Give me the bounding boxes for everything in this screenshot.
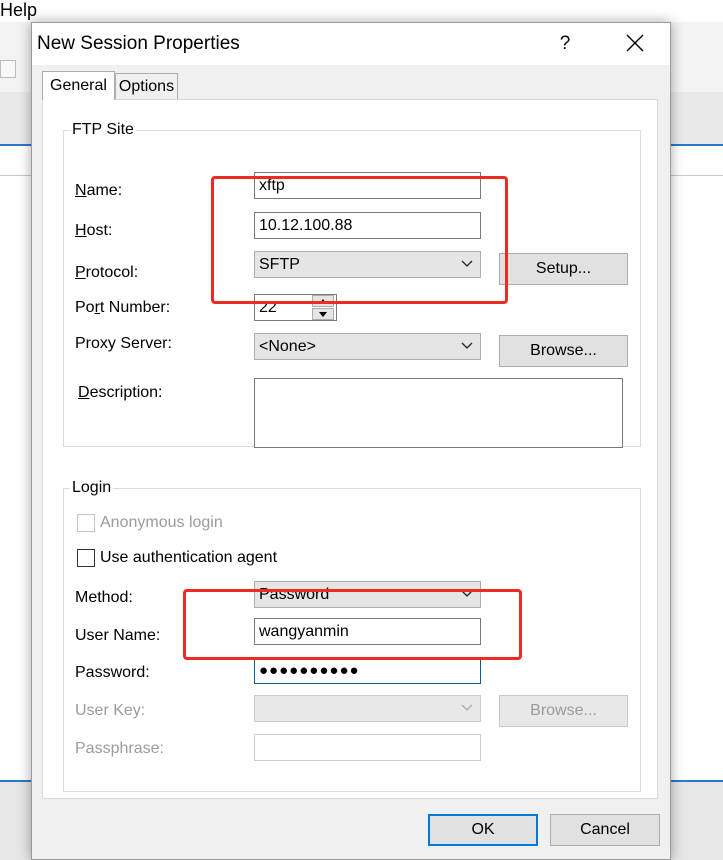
port-increment-button[interactable]: [312, 295, 334, 307]
chevron-down-icon: [461, 342, 473, 349]
protocol-value: SFTP: [259, 255, 300, 273]
chevron-down-icon: [461, 260, 473, 267]
cancel-button[interactable]: Cancel: [550, 814, 660, 846]
close-icon: [626, 34, 644, 52]
use-auth-agent-checkbox[interactable]: [77, 549, 95, 567]
user-key-browse-button[interactable]: Browse...: [499, 695, 628, 727]
help-button[interactable]: ?: [542, 27, 588, 61]
general-tab-panel: FTP Site Name: xftp Host: 10.12.100.88 P…: [42, 99, 658, 799]
password-field[interactable]: ●●●●●●●●●●: [254, 657, 481, 684]
port-label-prefix: Po: [75, 299, 95, 316]
user-name-label: User Name:: [75, 627, 161, 644]
background-menubar: Help: [0, 0, 723, 22]
close-button[interactable]: [613, 27, 659, 61]
chevron-down-icon: [461, 590, 473, 597]
port-number-label: Port Number:: [75, 299, 171, 316]
user-key-label: User Key:: [75, 702, 146, 719]
tab-options[interactable]: Options: [115, 73, 178, 99]
name-label: Name:: [75, 182, 123, 199]
password-label: Password:: [75, 664, 150, 681]
proxy-server-label: Proxy Server:: [75, 335, 172, 352]
port-decrement-button[interactable]: [312, 308, 334, 320]
description-field[interactable]: [254, 378, 623, 448]
dialog-title: New Session Properties: [37, 33, 240, 54]
passphrase-field[interactable]: [254, 734, 481, 761]
ok-button[interactable]: OK: [428, 814, 538, 846]
dialog-titlebar[interactable]: New Session Properties ?: [32, 23, 670, 65]
passphrase-label: Passphrase:: [75, 740, 164, 757]
description-label: Description:: [78, 384, 163, 401]
use-auth-agent-label: Use authentication agent: [100, 549, 278, 566]
menu-help[interactable]: Help: [0, 0, 37, 21]
question-mark-icon: ?: [559, 33, 571, 54]
method-value: Password: [259, 585, 330, 603]
proxy-server-value: <None>: [259, 337, 316, 355]
ftp-site-group-label: FTP Site: [70, 121, 136, 139]
name-field[interactable]: xftp: [254, 172, 481, 199]
setup-button[interactable]: Setup...: [499, 253, 628, 285]
method-select[interactable]: Password: [254, 581, 481, 608]
proxy-server-select[interactable]: <None>: [254, 333, 481, 360]
port-label-suffix: t Number:: [99, 299, 171, 316]
protocol-select[interactable]: SFTP: [254, 251, 481, 278]
method-label: Method:: [75, 589, 133, 606]
tab-general[interactable]: General: [42, 71, 115, 100]
arrow-up-icon: [319, 298, 327, 304]
anonymous-login-checkbox[interactable]: [77, 514, 95, 532]
anonymous-login-label: Anonymous login: [100, 514, 223, 531]
arrow-down-icon: [319, 311, 327, 317]
user-key-select[interactable]: [254, 695, 481, 722]
login-group-label: Login: [70, 479, 114, 497]
copy-icon[interactable]: [0, 60, 16, 78]
host-label: Host:: [75, 222, 113, 239]
user-name-field[interactable]: wangyanmin: [254, 618, 481, 645]
proxy-browse-button[interactable]: Browse...: [499, 335, 628, 367]
host-field[interactable]: 10.12.100.88: [254, 212, 481, 239]
new-session-properties-dialog: New Session Properties ? General Options…: [31, 22, 671, 860]
chevron-down-icon: [461, 704, 473, 711]
protocol-label: Protocol:: [75, 264, 139, 281]
